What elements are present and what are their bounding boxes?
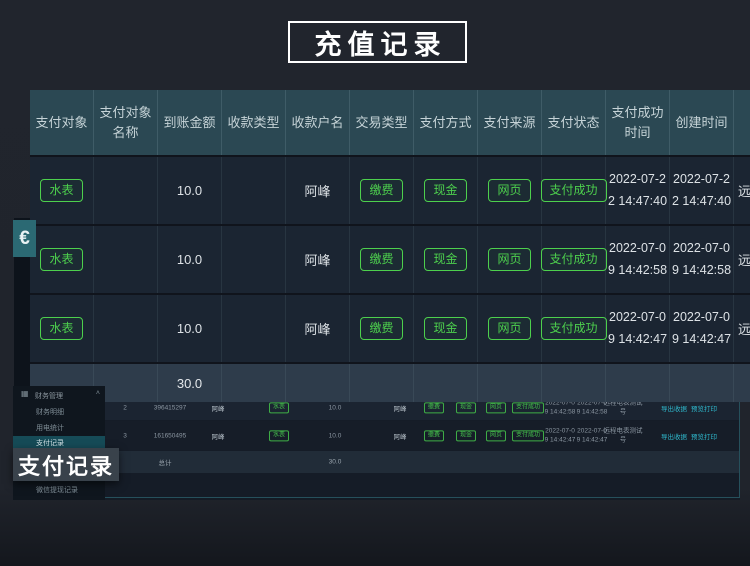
sidebar-menu: ▦ 财务管理 ˄ 财务明细 用电统计 支付记录 微信提现记录 <box>13 386 105 500</box>
pay-source-tag: 网页 <box>486 402 506 413</box>
total-row: 30.0 <box>30 362 750 402</box>
payment-records-callout: 支付记录 <box>13 448 119 481</box>
header-project <box>734 90 750 155</box>
sidebar-item-power-stats[interactable]: 用电统计 <box>13 421 105 436</box>
account-name: 阿峰 <box>286 295 350 362</box>
pay-source-tag: 网页 <box>478 226 542 293</box>
project-name: 远程电表测试号 <box>602 426 644 446</box>
preview-print-link[interactable]: 预览打印 <box>691 431 717 441</box>
pay-method-tag: 现金 <box>414 157 478 224</box>
row-index: 2 <box>123 404 127 411</box>
table-header-row: 支付对象 支付对象名称 到账金额 收款类型 收款户名 交易类型 支付方式 支付来… <box>30 90 750 155</box>
pay-target-tag: 水表 <box>30 295 94 362</box>
serial-number: 161650495 <box>154 432 187 439</box>
success-time: 2022-07-09 14:42:58 <box>606 226 670 293</box>
payer-name: 阿峰 <box>212 431 225 441</box>
total-amount: 30.0 <box>158 364 222 402</box>
total-amount: 30.0 <box>329 459 342 466</box>
header-pay-target: 支付对象 <box>30 90 94 155</box>
table-row: 水表 10.0 阿峰 缴费 现金 网页 支付成功 2022-07-22 14:4… <box>30 155 750 224</box>
project-name: 远程电表测试号 <box>734 226 750 293</box>
preview-print-link[interactable]: 预览打印 <box>691 403 717 413</box>
pay-target-name <box>94 226 158 293</box>
receive-type <box>222 226 286 293</box>
success-time: 2022-07-09 14:42:47 <box>544 426 577 446</box>
pay-target-tag: 水表 <box>30 157 94 224</box>
amount: 10.0 <box>329 404 342 411</box>
amount: 10.0 <box>329 432 342 439</box>
meter-tag: 水表 <box>269 430 289 441</box>
pay-target-tag: 水表 <box>30 226 94 293</box>
payer-name: 阿峰 <box>212 403 225 413</box>
pay-source-tag: 网页 <box>478 157 542 224</box>
meter-tag: 水表 <box>269 402 289 413</box>
menu-group-label: 财务管理 <box>35 391 63 401</box>
sidebar-item-finance-detail[interactable]: 财务明细 <box>13 405 105 420</box>
header-success-time: 支付成功时间 <box>606 90 670 155</box>
table-row: 水表 10.0 阿峰 缴费 现金 网页 支付成功 2022-07-09 14:4… <box>30 293 750 362</box>
receive-type <box>222 157 286 224</box>
recharge-table: 支付对象 支付对象名称 到账金额 收款类型 收款户名 交易类型 支付方式 支付来… <box>30 90 750 402</box>
header-pay-source: 支付来源 <box>478 90 542 155</box>
header-account-name: 收款户名 <box>286 90 350 155</box>
project-name: 远程电表测试号 <box>734 295 750 362</box>
total-row: 总计 30.0 <box>104 451 739 473</box>
account-name: 阿峰 <box>394 403 407 413</box>
create-time: 2022-07-09 14:42:47 <box>670 295 734 362</box>
trade-type-tag: 缴费 <box>350 157 414 224</box>
pay-target-name <box>94 295 158 362</box>
header-create-time: 创建时间 <box>670 90 734 155</box>
chevron-up-icon: ˄ <box>96 390 100 397</box>
success-time: 2022-07-22 14:47:40 <box>606 157 670 224</box>
header-pay-status: 支付状态 <box>542 90 606 155</box>
header-trade-type: 交易类型 <box>350 90 414 155</box>
total-label: 总计 <box>159 457 172 467</box>
table-row: 水表 10.0 阿峰 缴费 现金 网页 支付成功 2022-07-09 14:4… <box>30 224 750 293</box>
create-time: 2022-07-22 14:47:40 <box>670 157 734 224</box>
page: 2 396415297 阿峰 水表 10.0 阿峰 缴费 现金 网页 支付成功 … <box>0 0 750 566</box>
amount: 10.0 <box>158 157 222 224</box>
header-pay-target-name: 支付对象名称 <box>94 90 158 155</box>
amount: 10.0 <box>158 226 222 293</box>
pay-status-tag: 支付成功 <box>512 430 544 441</box>
header-amount: 到账金额 <box>158 90 222 155</box>
serial-number: 396415297 <box>154 404 187 411</box>
pay-method-tag: 现金 <box>456 402 476 413</box>
account-name: 阿峰 <box>394 431 407 441</box>
row-index: 3 <box>123 432 127 439</box>
pay-target-name <box>94 157 158 224</box>
amount: 10.0 <box>158 295 222 362</box>
menu-group-finance[interactable]: ▦ 财务管理 ˄ <box>13 388 105 402</box>
table-row: 3 161650495 阿峰 水表 10.0 阿峰 缴费 现金 网页 支付成功 … <box>104 421 739 450</box>
success-time: 2022-07-09 14:42:47 <box>606 295 670 362</box>
header-pay-method: 支付方式 <box>414 90 478 155</box>
page-title: 充值记录 <box>288 21 467 63</box>
account-name: 阿峰 <box>286 226 350 293</box>
pay-method-tag: 现金 <box>414 295 478 362</box>
export-receipt-link[interactable]: 导出收据 <box>661 431 687 441</box>
app-logo: € <box>13 220 36 257</box>
pay-source-tag: 网页 <box>486 430 506 441</box>
pay-method-tag: 现金 <box>414 226 478 293</box>
pay-method-tag: 现金 <box>456 430 476 441</box>
export-receipt-link[interactable]: 导出收据 <box>661 403 687 413</box>
pay-status-tag: 支付成功 <box>542 295 606 362</box>
project-name: 远程电表测试号 <box>734 157 750 224</box>
trade-type-tag: 缴费 <box>350 226 414 293</box>
trade-type-tag: 缴费 <box>424 430 444 441</box>
account-name: 阿峰 <box>286 157 350 224</box>
receive-type <box>222 295 286 362</box>
trade-type-tag: 缴费 <box>424 402 444 413</box>
sidebar-item-wechat-withdraw[interactable]: 微信提现记录 <box>13 483 105 498</box>
header-receive-type: 收款类型 <box>222 90 286 155</box>
pay-status-tag: 支付成功 <box>542 226 606 293</box>
pay-status-tag: 支付成功 <box>542 157 606 224</box>
pay-status-tag: 支付成功 <box>512 402 544 413</box>
euro-logo-icon: € <box>19 228 30 250</box>
create-time: 2022-07-09 14:42:58 <box>670 226 734 293</box>
pay-source-tag: 网页 <box>478 295 542 362</box>
trade-type-tag: 缴费 <box>350 295 414 362</box>
grid-menu-icon: ▦ <box>21 389 29 398</box>
